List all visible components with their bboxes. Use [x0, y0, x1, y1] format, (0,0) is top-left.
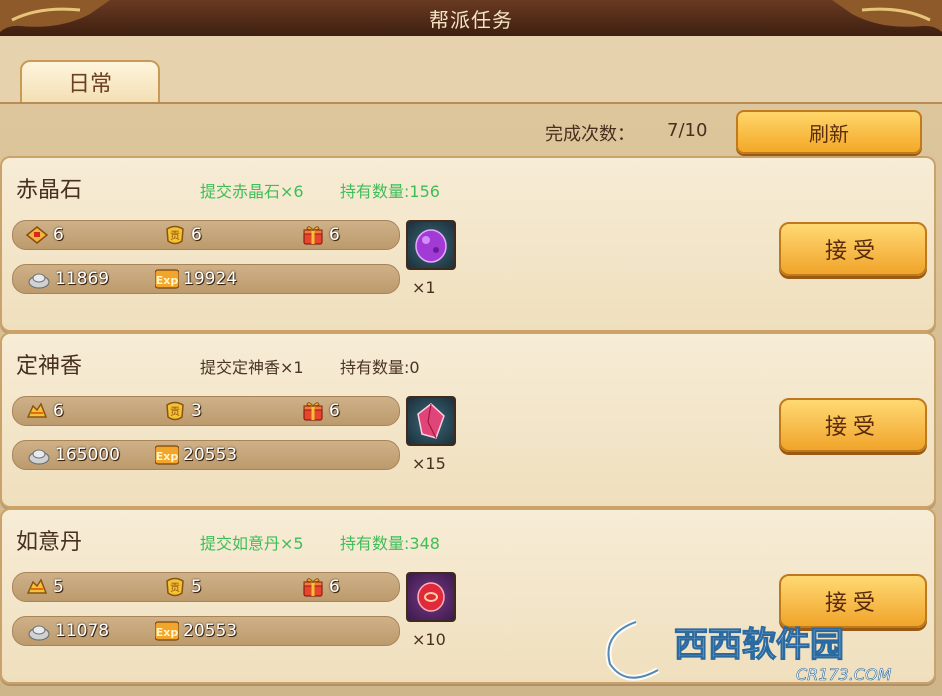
reward-gift: 6	[301, 223, 340, 247]
watermark-logo: 西西软件园 CR173.COM	[605, 619, 892, 684]
owned-quantity: 持有数量:0	[340, 358, 420, 377]
owned-quantity: 持有数量:348	[340, 534, 440, 553]
task-card: 赤晶石 提交赤晶石×6 持有数量:156 6 6 6 11869 19924 ×…	[0, 156, 936, 332]
reward-value: 20553	[183, 445, 238, 465]
reward-value: 6	[329, 225, 340, 245]
refresh-button[interactable]: 刷新	[736, 110, 922, 154]
reward-value: 11078	[55, 621, 110, 641]
reward-item-qty: ×1	[412, 278, 436, 297]
reward-exp: 20553	[155, 443, 237, 467]
status-row: 完成次数： 7/10 刷新	[0, 104, 942, 156]
submit-requirement: 提交赤晶石×6	[200, 182, 304, 201]
reward-value: 11869	[55, 269, 110, 289]
reward-gold-pouch: 6	[25, 399, 64, 423]
exp-icon	[155, 445, 179, 465]
reward-silver: 11078	[27, 619, 109, 643]
gift-box-icon	[303, 578, 323, 597]
reward-red-envelope: 6	[25, 223, 64, 247]
gold-pouch-icon	[27, 579, 47, 594]
pink-crystal-icon[interactable]	[406, 396, 456, 446]
gold-pouch-icon	[27, 403, 47, 418]
reward-value: 6	[53, 401, 64, 421]
reward-exp: 19924	[155, 267, 237, 291]
title-bar: 帮派任务	[0, 0, 942, 38]
reward-value: 3	[191, 401, 202, 421]
reward-contribution: 3	[163, 399, 202, 423]
reward-bar: 165000 20553	[12, 440, 400, 470]
reward-value: 6	[329, 577, 340, 597]
window-title: 帮派任务	[429, 8, 513, 32]
tab-strip: 日常	[0, 36, 942, 102]
reward-value: 5	[53, 577, 64, 597]
gift-box-icon	[303, 226, 323, 245]
silver-ingot-icon	[28, 273, 50, 289]
contribution-icon	[166, 225, 184, 245]
reward-gift: 6	[301, 575, 340, 599]
reward-value: 20553	[183, 621, 238, 641]
contribution-icon	[166, 577, 184, 597]
reward-gold-pouch: 5	[25, 575, 64, 599]
exp-icon	[155, 621, 179, 641]
task-card: 定神香 提交定神香×1 持有数量:0 6 3 6 165000 20553 ×1…	[0, 332, 936, 508]
reward-contribution: 5	[163, 575, 202, 599]
reward-bar: 11078 20553	[12, 616, 400, 646]
reward-value: 5	[191, 577, 202, 597]
reward-value: 6	[191, 225, 202, 245]
silver-ingot-icon	[28, 449, 50, 465]
reward-item-qty: ×10	[412, 630, 446, 649]
watermark-url: CR173.COM	[796, 665, 892, 684]
red-pill-icon[interactable]	[406, 572, 456, 622]
reward-silver: 11869	[27, 267, 109, 291]
submit-requirement: 提交如意丹×5	[200, 534, 304, 553]
tab-daily[interactable]: 日常	[20, 60, 160, 102]
task-name: 赤晶石	[16, 178, 83, 203]
reward-value: 19924	[183, 269, 238, 289]
reward-value: 6	[329, 401, 340, 421]
completion-label: 完成次数：	[545, 124, 635, 145]
accept-button[interactable]: 接受	[779, 398, 927, 452]
exp-icon	[155, 269, 179, 289]
reward-bar: 6 6 6	[12, 220, 400, 250]
reward-value: 165000	[55, 445, 120, 465]
task-name: 如意丹	[16, 530, 83, 555]
accept-button[interactable]: 接受	[779, 222, 927, 276]
contribution-icon	[166, 401, 184, 421]
completion-count: 7/10	[667, 120, 708, 141]
reward-contribution: 6	[163, 223, 202, 247]
reward-item-qty: ×15	[412, 454, 446, 473]
reward-bar: 11869 19924	[12, 264, 400, 294]
reward-bar: 5 5 6	[12, 572, 400, 602]
owned-quantity: 持有数量:156	[340, 182, 440, 201]
gift-box-icon	[303, 402, 323, 421]
submit-requirement: 提交定神香×1	[200, 358, 304, 377]
reward-bar: 6 3 6	[12, 396, 400, 426]
purple-orb-icon[interactable]	[406, 220, 456, 270]
reward-gift: 6	[301, 399, 340, 423]
reward-value: 6	[53, 225, 64, 245]
reward-silver: 165000	[27, 443, 120, 467]
silver-ingot-icon	[28, 625, 50, 641]
red-envelope-icon	[26, 226, 48, 244]
watermark-brand: 西西软件园	[674, 625, 844, 665]
task-name: 定神香	[16, 354, 83, 379]
reward-exp: 20553	[155, 619, 237, 643]
